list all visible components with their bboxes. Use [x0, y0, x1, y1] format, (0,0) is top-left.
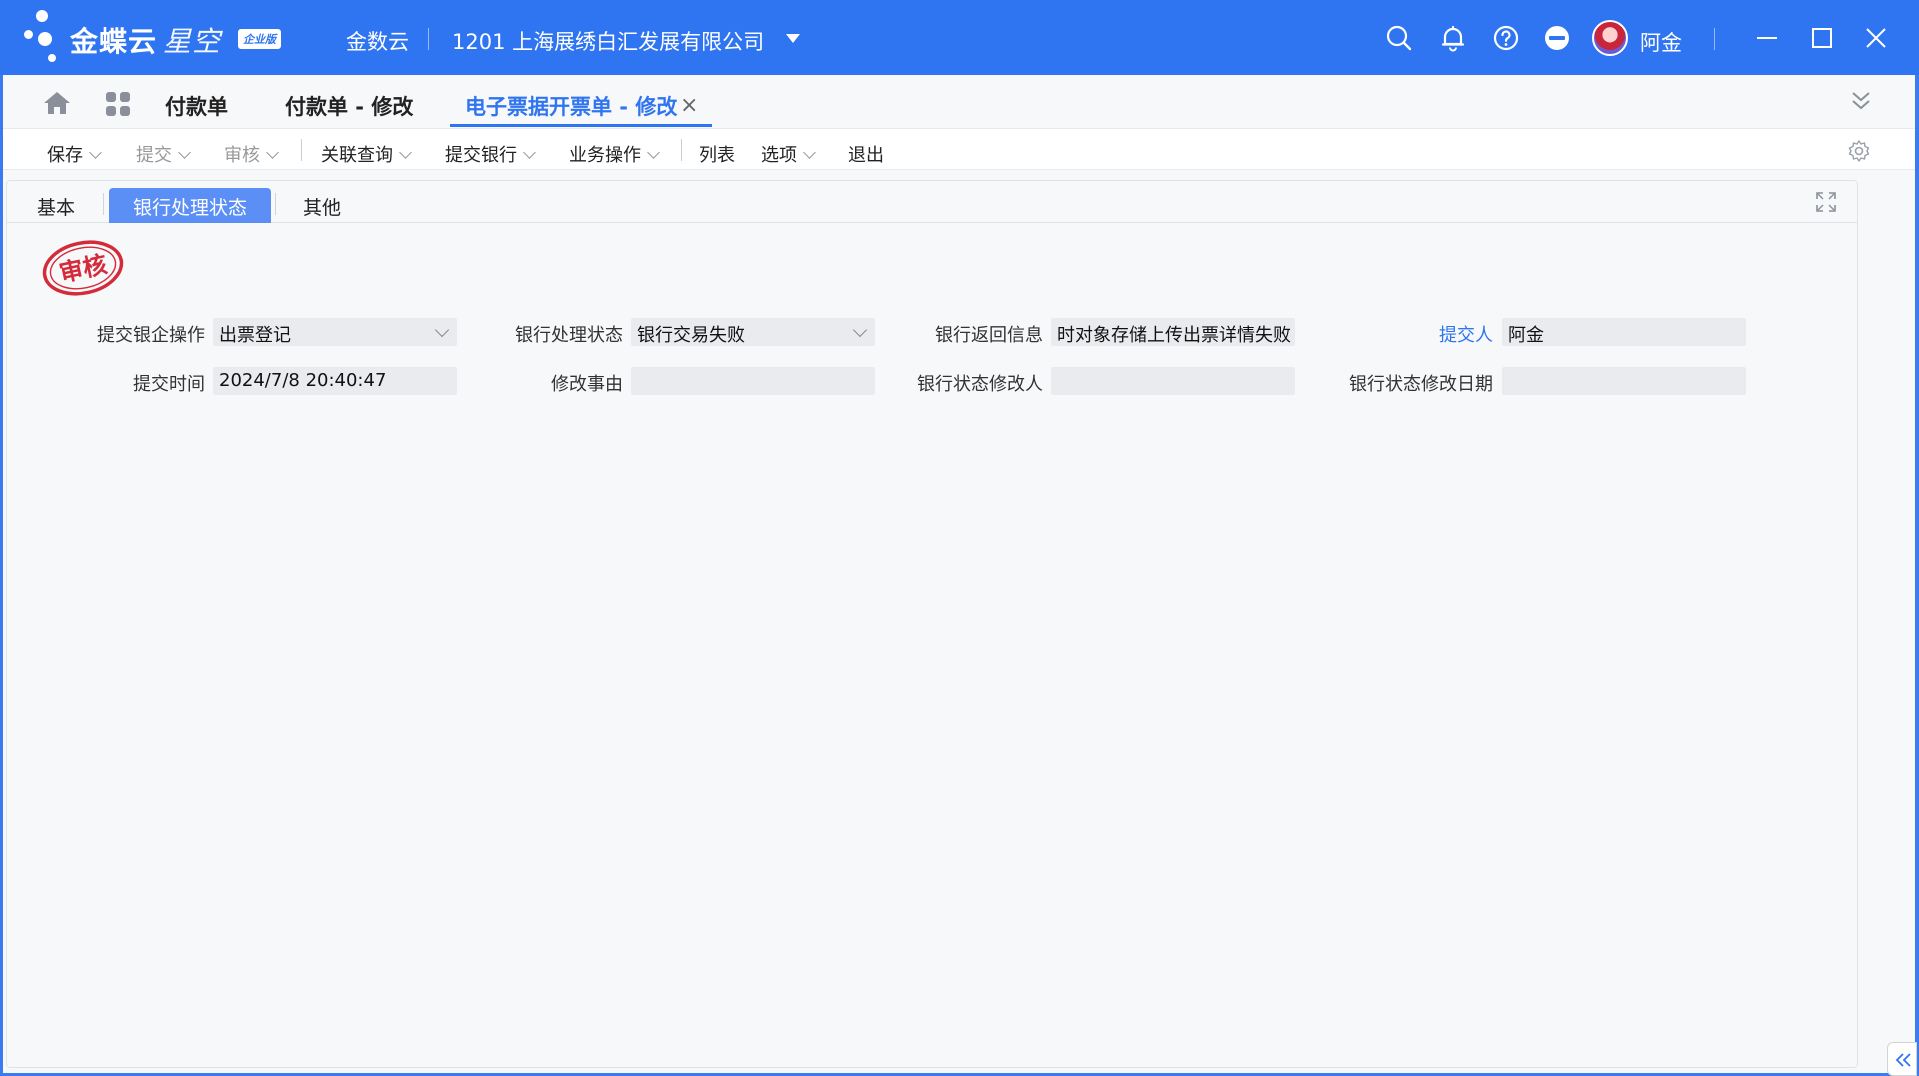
bank-status-modifier-label: 银行状态修改人 — [917, 374, 1043, 395]
bank-return-info-field[interactable]: 时对象存储上传出票详情失败 — [1051, 318, 1295, 346]
divider — [1714, 28, 1715, 50]
home-icon[interactable] — [43, 91, 71, 115]
save-button[interactable]: 保存 — [47, 141, 102, 167]
minimize-icon[interactable] — [1753, 24, 1781, 52]
document-tabs: 付款单 付款单 - 修改 电子票据开票单 - 修改 × — [3, 75, 1915, 127]
chevron-down-icon[interactable] — [178, 146, 191, 159]
chevron-down-icon[interactable] — [266, 146, 279, 159]
avatar[interactable] — [1592, 20, 1628, 56]
app-logo: 金蝶云 星空 企业版 — [22, 8, 292, 68]
fullscreen-icon[interactable] — [1815, 191, 1837, 213]
minus-circle-icon[interactable] — [1543, 24, 1571, 52]
gear-icon[interactable] — [1847, 139, 1871, 163]
double-chevron-left-icon[interactable] — [1888, 1043, 1918, 1076]
org-dropdown-icon[interactable] — [786, 34, 800, 43]
close-tab-icon[interactable]: × — [680, 93, 698, 118]
double-chevron-down-icon[interactable] — [1847, 87, 1875, 115]
options-button[interactable]: 选项 — [761, 141, 816, 167]
submit-time-field[interactable]: 2024/7/8 20:40:47 — [213, 367, 457, 395]
submit-bank-op-select[interactable]: 出票登记 — [213, 318, 457, 346]
chevron-down-icon[interactable] — [89, 146, 102, 159]
main-panel: 付款单 付款单 - 修改 电子票据开票单 - 修改 × 保存 提交 审核 关联查… — [3, 75, 1917, 1076]
tab-basic[interactable]: 基本 — [37, 188, 75, 223]
bank-status-modify-date-label: 银行状态修改日期 — [1349, 374, 1493, 395]
modify-reason-field[interactable] — [631, 367, 875, 395]
modify-reason-label: 修改事由 — [551, 374, 623, 395]
brand-sub: 星空 — [163, 25, 222, 58]
submitter-label[interactable]: 提交人 — [1343, 321, 1493, 347]
content-card: 基本 银行处理状态 其他 审核 提交银企操作 出票登记 银行处理状态 银行交易失… — [6, 180, 1858, 1068]
title-bar: 金蝶云 星空 企业版 金数云 1201 上海展绣白汇发展有限公司 阿金 — [0, 0, 1919, 75]
bank-status-label: 银行处理状态 — [515, 325, 623, 346]
bank-status-modify-date-field[interactable] — [1502, 367, 1746, 395]
help-icon[interactable] — [1492, 24, 1520, 52]
audit-button[interactable]: 审核 — [224, 141, 279, 167]
user-name[interactable]: 阿金 — [1640, 27, 1682, 57]
bank-status-modifier-field[interactable] — [1051, 367, 1295, 395]
maximize-icon[interactable] — [1808, 24, 1836, 52]
edition-badge: 企业版 — [238, 29, 281, 49]
toolbar: 保存 提交 审核 关联查询 提交银行 业务操作 列表 选项 退出 — [3, 128, 1915, 170]
bank-status-select[interactable]: 银行交易失败 — [631, 318, 875, 346]
submit-button[interactable]: 提交 — [136, 141, 191, 167]
business-ops-button[interactable]: 业务操作 — [569, 141, 660, 167]
side-panel-toggle[interactable] — [1887, 1042, 1917, 1076]
chevron-down-icon[interactable] — [523, 146, 536, 159]
submitter-field[interactable]: 阿金 — [1502, 318, 1746, 346]
divider — [428, 28, 429, 50]
divider — [275, 193, 276, 215]
audit-stamp: 审核 — [42, 240, 124, 296]
bell-icon[interactable] — [1439, 24, 1467, 52]
section-tabs: 基本 银行处理状态 其他 — [7, 181, 1857, 223]
submit-bank-op-label: 提交银企操作 — [97, 325, 205, 346]
active-tab-indicator — [450, 124, 712, 127]
cloud-switcher[interactable]: 金数云 — [346, 26, 409, 56]
tab-other[interactable]: 其他 — [303, 188, 341, 223]
chevron-down-icon[interactable] — [647, 146, 660, 159]
list-button[interactable]: 列表 — [699, 141, 735, 167]
close-icon[interactable] — [1862, 24, 1890, 52]
exit-button[interactable]: 退出 — [848, 141, 884, 167]
chevron-down-icon[interactable] — [852, 322, 868, 338]
related-query-button[interactable]: 关联查询 — [321, 141, 412, 167]
tab-payment-edit[interactable]: 付款单 - 修改 — [285, 91, 413, 121]
tab-e-invoice-edit[interactable]: 电子票据开票单 - 修改 — [465, 91, 677, 121]
chevron-down-icon[interactable] — [803, 146, 816, 159]
org-selector[interactable]: 1201 上海展绣白汇发展有限公司 — [452, 26, 764, 56]
chevron-down-icon[interactable] — [434, 322, 450, 338]
submit-bank-button[interactable]: 提交银行 — [445, 141, 536, 167]
divider — [681, 139, 682, 161]
brand-name: 金蝶云 — [70, 25, 158, 58]
tab-bank-status[interactable]: 银行处理状态 — [109, 188, 272, 223]
divider — [103, 193, 104, 215]
apps-grid-icon[interactable] — [105, 91, 131, 117]
search-icon[interactable] — [1385, 24, 1413, 52]
chevron-down-icon[interactable] — [399, 146, 412, 159]
submit-time-label: 提交时间 — [133, 374, 205, 395]
bank-return-info-label: 银行返回信息 — [935, 325, 1043, 346]
divider — [301, 139, 302, 161]
tab-payment[interactable]: 付款单 — [165, 91, 228, 121]
